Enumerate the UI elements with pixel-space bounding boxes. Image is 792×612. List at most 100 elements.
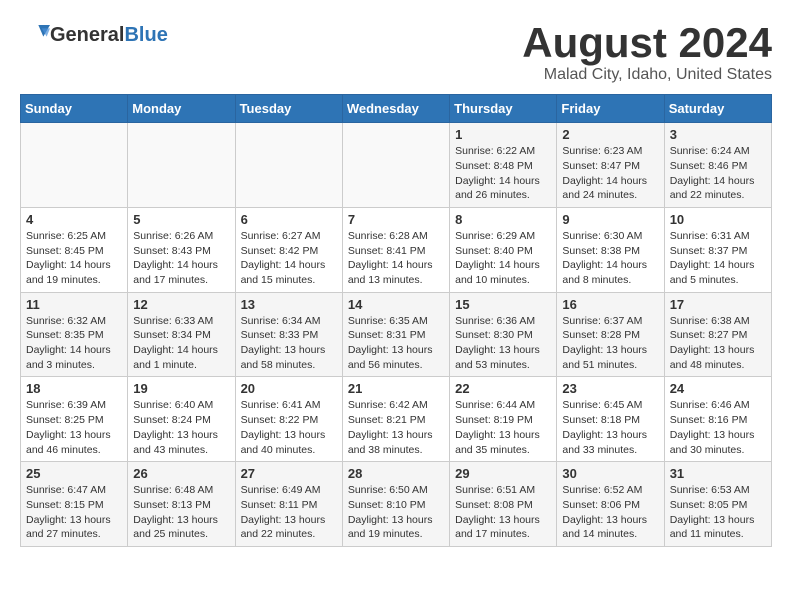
day-number: 27 (241, 466, 337, 481)
calendar-table: SundayMondayTuesdayWednesdayThursdayFrid… (20, 94, 772, 547)
calendar-cell: 16Sunrise: 6:37 AM Sunset: 8:28 PM Dayli… (557, 292, 664, 377)
day-number: 24 (670, 381, 766, 396)
weekday-header-row: SundayMondayTuesdayWednesdayThursdayFrid… (21, 95, 772, 123)
calendar-cell: 12 Sunrise: 6:33 AM Sunset: 8:34 PM Dayli… (128, 292, 235, 377)
day-number: 8 (455, 212, 551, 227)
calendar-cell: 22Sunrise: 6:44 AM Sunset: 8:19 PM Dayli… (450, 377, 557, 462)
day-info: Sunrise: 6:50 AM Sunset: 8:10 PM Dayligh… (348, 483, 444, 542)
header: GeneralBlue August 2024 Malad City, Idah… (20, 20, 772, 84)
location-title: Malad City, Idaho, United States (522, 66, 772, 84)
day-number: 23 (562, 381, 658, 396)
calendar-cell (128, 123, 235, 208)
day-number: 17 (670, 297, 766, 312)
day-number: 2 (562, 127, 658, 142)
day-number: 5 (133, 212, 229, 227)
day-number: 31 (670, 466, 766, 481)
day-number: 3 (670, 127, 766, 142)
day-info: Sunrise: 6:45 AM Sunset: 8:18 PM Dayligh… (562, 398, 658, 457)
weekday-header-wednesday: Wednesday (342, 95, 449, 123)
calendar-cell: 28 Sunrise: 6:50 AM Sunset: 8:10 PM Dayli… (342, 462, 449, 547)
logo-icon (20, 20, 50, 50)
calendar-cell: 10Sunrise: 6:31 AM Sunset: 8:37 PM Dayli… (664, 207, 771, 292)
calendar-cell: 5 Sunrise: 6:26 AM Sunset: 8:43 PM Daylig… (128, 207, 235, 292)
day-number: 12 (133, 297, 229, 312)
calendar-cell: 15 Sunrise: 6:36 AM Sunset: 8:30 PM Dayli… (450, 292, 557, 377)
logo-general: General (50, 24, 124, 47)
calendar-cell: 8 Sunrise: 6:29 AM Sunset: 8:40 PM Daylig… (450, 207, 557, 292)
day-info: Sunrise: 6:41 AM Sunset: 8:22 PM Dayligh… (241, 398, 337, 457)
day-number: 4 (26, 212, 122, 227)
day-number: 6 (241, 212, 337, 227)
calendar-cell: 18Sunrise: 6:39 AM Sunset: 8:25 PM Dayli… (21, 377, 128, 462)
weekday-header-sunday: Sunday (21, 95, 128, 123)
day-info: Sunrise: 6:30 AM Sunset: 8:38 PM Dayligh… (562, 229, 658, 288)
day-number: 11 (26, 297, 122, 312)
day-info: Sunrise: 6:28 AM Sunset: 8:41 PM Dayligh… (348, 229, 444, 288)
week-row-1: 1 Sunrise: 6:22 AM Sunset: 8:48 PM Daylig… (21, 123, 772, 208)
day-number: 14 (348, 297, 444, 312)
calendar-cell: 20Sunrise: 6:41 AM Sunset: 8:22 PM Dayli… (235, 377, 342, 462)
weekday-header-thursday: Thursday (450, 95, 557, 123)
day-info: Sunrise: 6:47 AM Sunset: 8:15 PM Dayligh… (26, 483, 122, 542)
day-number: 7 (348, 212, 444, 227)
calendar-cell: 17 Sunrise: 6:38 AM Sunset: 8:27 PM Dayli… (664, 292, 771, 377)
day-info: Sunrise: 6:42 AM Sunset: 8:21 PM Dayligh… (348, 398, 444, 457)
day-info: Sunrise: 6:36 AM Sunset: 8:30 PM Dayligh… (455, 314, 551, 373)
day-info: Sunrise: 6:52 AM Sunset: 8:06 PM Dayligh… (562, 483, 658, 542)
day-number: 22 (455, 381, 551, 396)
calendar-cell: 13Sunrise: 6:34 AM Sunset: 8:33 PM Dayli… (235, 292, 342, 377)
calendar-cell: 11Sunrise: 6:32 AM Sunset: 8:35 PM Dayli… (21, 292, 128, 377)
calendar-cell: 6 Sunrise: 6:27 AM Sunset: 8:42 PM Daylig… (235, 207, 342, 292)
day-info: Sunrise: 6:35 AM Sunset: 8:31 PM Dayligh… (348, 314, 444, 373)
calendar-cell (235, 123, 342, 208)
day-info: Sunrise: 6:22 AM Sunset: 8:48 PM Dayligh… (455, 144, 551, 203)
calendar-cell: 23 Sunrise: 6:45 AM Sunset: 8:18 PM Dayli… (557, 377, 664, 462)
logo-blue: Blue (124, 24, 167, 47)
day-number: 26 (133, 466, 229, 481)
day-info: Sunrise: 6:39 AM Sunset: 8:25 PM Dayligh… (26, 398, 122, 457)
day-info: Sunrise: 6:40 AM Sunset: 8:24 PM Dayligh… (133, 398, 229, 457)
calendar-cell: 7 Sunrise: 6:28 AM Sunset: 8:41 PM Daylig… (342, 207, 449, 292)
day-number: 25 (26, 466, 122, 481)
day-info: Sunrise: 6:23 AM Sunset: 8:47 PM Dayligh… (562, 144, 658, 203)
day-info: Sunrise: 6:49 AM Sunset: 8:11 PM Dayligh… (241, 483, 337, 542)
day-number: 15 (455, 297, 551, 312)
calendar-cell (21, 123, 128, 208)
day-info: Sunrise: 6:29 AM Sunset: 8:40 PM Dayligh… (455, 229, 551, 288)
calendar-cell: 25 Sunrise: 6:47 AM Sunset: 8:15 PM Dayli… (21, 462, 128, 547)
month-title: August 2024 (522, 20, 772, 66)
week-row-4: 18Sunrise: 6:39 AM Sunset: 8:25 PM Dayli… (21, 377, 772, 462)
day-number: 28 (348, 466, 444, 481)
calendar-cell: 4 Sunrise: 6:25 AM Sunset: 8:45 PM Daylig… (21, 207, 128, 292)
weekday-header-saturday: Saturday (664, 95, 771, 123)
day-info: Sunrise: 6:31 AM Sunset: 8:37 PM Dayligh… (670, 229, 766, 288)
day-info: Sunrise: 6:26 AM Sunset: 8:43 PM Dayligh… (133, 229, 229, 288)
calendar-cell: 1 Sunrise: 6:22 AM Sunset: 8:48 PM Daylig… (450, 123, 557, 208)
day-number: 1 (455, 127, 551, 142)
day-info: Sunrise: 6:25 AM Sunset: 8:45 PM Dayligh… (26, 229, 122, 288)
day-info: Sunrise: 6:46 AM Sunset: 8:16 PM Dayligh… (670, 398, 766, 457)
calendar-cell: 9 Sunrise: 6:30 AM Sunset: 8:38 PM Daylig… (557, 207, 664, 292)
day-info: Sunrise: 6:53 AM Sunset: 8:05 PM Dayligh… (670, 483, 766, 542)
title-area: August 2024 Malad City, Idaho, United St… (522, 20, 772, 84)
calendar-cell: 14 Sunrise: 6:35 AM Sunset: 8:31 PM Dayli… (342, 292, 449, 377)
calendar-cell: 30Sunrise: 6:52 AM Sunset: 8:06 PM Dayli… (557, 462, 664, 547)
week-row-2: 4 Sunrise: 6:25 AM Sunset: 8:45 PM Daylig… (21, 207, 772, 292)
calendar-cell: 24 Sunrise: 6:46 AM Sunset: 8:16 PM Dayli… (664, 377, 771, 462)
weekday-header-friday: Friday (557, 95, 664, 123)
day-info: Sunrise: 6:33 AM Sunset: 8:34 PM Dayligh… (133, 314, 229, 373)
day-info: Sunrise: 6:27 AM Sunset: 8:42 PM Dayligh… (241, 229, 337, 288)
calendar-cell: 2 Sunrise: 6:23 AM Sunset: 8:47 PM Daylig… (557, 123, 664, 208)
day-number: 29 (455, 466, 551, 481)
logo: GeneralBlue (20, 20, 168, 50)
calendar-cell: 29Sunrise: 6:51 AM Sunset: 8:08 PM Dayli… (450, 462, 557, 547)
week-row-3: 11Sunrise: 6:32 AM Sunset: 8:35 PM Dayli… (21, 292, 772, 377)
day-number: 9 (562, 212, 658, 227)
day-info: Sunrise: 6:38 AM Sunset: 8:27 PM Dayligh… (670, 314, 766, 373)
calendar-cell (342, 123, 449, 208)
weekday-header-monday: Monday (128, 95, 235, 123)
calendar-cell: 27 Sunrise: 6:49 AM Sunset: 8:11 PM Dayli… (235, 462, 342, 547)
day-info: Sunrise: 6:24 AM Sunset: 8:46 PM Dayligh… (670, 144, 766, 203)
calendar-cell: 3 Sunrise: 6:24 AM Sunset: 8:46 PM Daylig… (664, 123, 771, 208)
calendar-cell: 31 Sunrise: 6:53 AM Sunset: 8:05 PM Dayli… (664, 462, 771, 547)
